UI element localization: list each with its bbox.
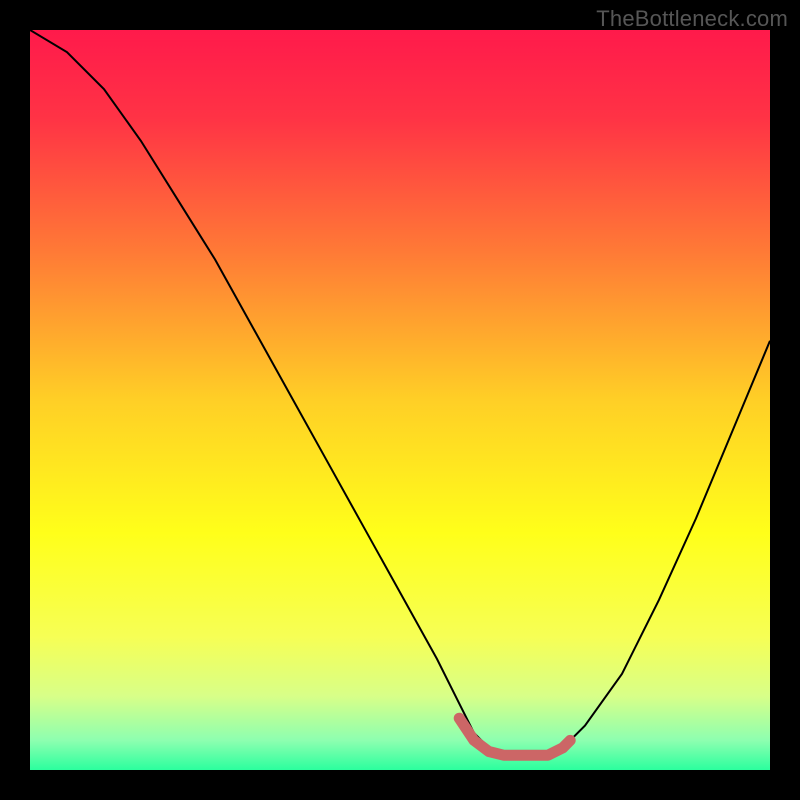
- chart-container: TheBottleneck.com: [0, 0, 800, 800]
- plot-area: [30, 30, 770, 770]
- chart-svg: [30, 30, 770, 770]
- watermark-text: TheBottleneck.com: [596, 6, 788, 32]
